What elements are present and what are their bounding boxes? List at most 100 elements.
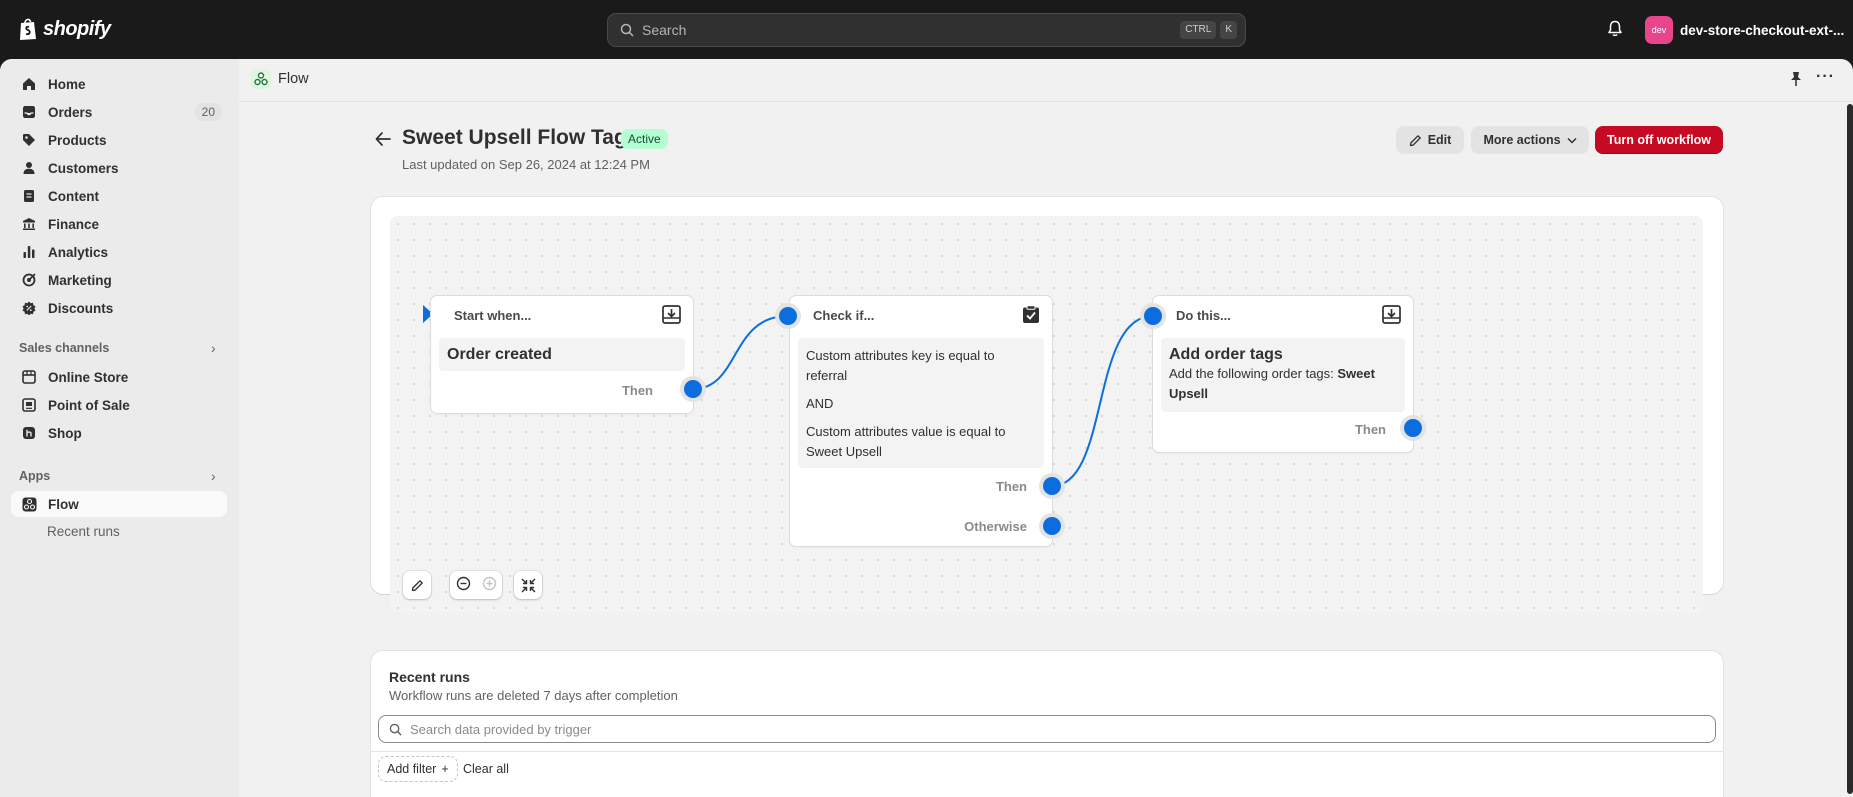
more-options-icon[interactable]: ··· — [1816, 68, 1835, 86]
condition-then-port[interactable] — [1039, 473, 1065, 499]
workflow-canvas[interactable]: Start when... Order created Then Check i… — [390, 216, 1703, 614]
clear-all-link[interactable]: Clear all — [463, 762, 509, 776]
chevron-right-icon[interactable]: › — [211, 468, 216, 484]
add-filter-label: Add filter — [387, 762, 437, 776]
action-output-port[interactable] — [1400, 415, 1426, 441]
action-title: Add order tags — [1169, 346, 1283, 363]
condition-otherwise-label: Otherwise — [964, 519, 1027, 534]
shopify-bag-icon — [20, 18, 36, 40]
sidebar-item-home[interactable]: Home — [11, 71, 227, 97]
add-filter-button[interactable]: Add filter + — [378, 756, 458, 782]
condition-line-1: Custom attributes key is equal to referr… — [806, 348, 995, 383]
condition-line-2: Custom attributes value is equal to Swee… — [806, 424, 1006, 459]
zoom-in-button[interactable] — [482, 576, 497, 594]
condition-head: Check if... — [813, 308, 875, 323]
action-then-label: Then — [1354, 422, 1386, 437]
edit-button-label: Edit — [1427, 133, 1452, 147]
bell-icon — [1608, 20, 1622, 37]
sidebar-item-label: Analytics — [48, 244, 109, 260]
trigger-output-port[interactable] — [680, 376, 706, 402]
scrollbar[interactable] — [1847, 104, 1853, 794]
shopify-logo[interactable]: shopify — [18, 17, 111, 41]
runs-search-placeholder: Search data provided by trigger — [410, 721, 592, 737]
sidebar-item-marketing[interactable]: Marketing — [11, 267, 227, 293]
sidebar-item-point-of-sale[interactable]: Point of Sale — [11, 392, 227, 418]
more-actions-label: More actions — [1483, 133, 1561, 147]
store-name: dev-store-checkout-ext-... — [1680, 22, 1845, 38]
app-title: Flow — [278, 71, 309, 87]
flow-app-icon — [251, 69, 271, 89]
trigger-body: Order created — [439, 338, 685, 371]
zoom-out-button[interactable] — [456, 576, 471, 594]
admin-frame: Home Orders 20 Products Customers Conten… — [0, 59, 1853, 797]
notifications-button[interactable] — [1607, 20, 1623, 40]
store-avatar: dev — [1645, 16, 1673, 44]
workflow-card: Start when... Order created Then Check i… — [371, 197, 1723, 614]
apps-heading[interactable]: Apps — [19, 469, 50, 483]
sidebar-item-label: Point of Sale — [48, 397, 130, 413]
search-bar[interactable]: Search CTRL K — [607, 13, 1246, 47]
edit-canvas-button[interactable] — [403, 571, 431, 599]
pin-button[interactable] — [1789, 71, 1803, 90]
collapse-icon — [521, 578, 535, 592]
condition-node[interactable]: Check if... Custom attributes key is equ… — [790, 296, 1052, 546]
runs-search-input[interactable]: Search data provided by trigger — [378, 715, 1716, 743]
sidebar-item-analytics[interactable]: Analytics — [11, 239, 227, 265]
sidebar-item-shop[interactable]: Shop — [11, 420, 227, 446]
search-placeholder: Search — [642, 22, 687, 38]
search-icon — [389, 723, 402, 736]
condition-body: Custom attributes key is equal to referr… — [798, 338, 1044, 468]
condition-input-port[interactable] — [775, 303, 801, 329]
filters-row: Add filter + Clear all — [371, 751, 1723, 785]
sidebar-item-customers[interactable]: Customers — [11, 155, 227, 181]
status-badge: Active — [621, 129, 668, 149]
sidebar-item-label: Products — [48, 132, 107, 148]
trigger-title: Order created — [447, 346, 552, 363]
sidebar-item-products[interactable]: Products — [11, 127, 227, 153]
condition-and: AND — [806, 396, 834, 411]
condition-otherwise-port[interactable] — [1039, 513, 1065, 539]
action-description: Add the following order tags: Sweet Upse… — [1169, 364, 1397, 404]
sidebar-item-content[interactable]: Content — [11, 183, 227, 209]
more-actions-button[interactable]: More actions — [1471, 126, 1589, 154]
last-updated-text: Last updated on Sep 26, 2024 at 12:24 PM — [402, 157, 650, 172]
logo-text: shopify — [43, 17, 111, 40]
store-switcher[interactable]: dev dev-store-checkout-ext-... — [1645, 16, 1844, 44]
download-icon — [1382, 305, 1401, 327]
zoom-in-icon — [482, 576, 496, 591]
orders-count-badge: 20 — [194, 103, 222, 121]
fit-view-button[interactable] — [514, 571, 542, 599]
sidebar-item-label: Finance — [48, 216, 100, 232]
discount-icon — [21, 300, 37, 316]
sidebar-item-online-store[interactable]: Online Store — [11, 364, 227, 390]
chevron-right-icon[interactable]: › — [211, 340, 216, 356]
bar-chart-icon — [21, 244, 37, 260]
back-arrow-icon[interactable] — [375, 130, 391, 151]
action-node[interactable]: Do this... Add order tags Add the follow… — [1153, 296, 1413, 452]
page-title: Sweet Upsell Flow Tag — [402, 126, 627, 149]
action-body: Add order tags Add the following order t… — [1161, 338, 1405, 412]
pos-icon — [21, 397, 37, 413]
home-icon — [21, 76, 37, 92]
recent-runs-title: Recent runs — [389, 669, 470, 685]
sales-channels-heading[interactable]: Sales channels — [19, 341, 109, 355]
action-input-port[interactable] — [1140, 303, 1166, 329]
zoom-out-icon — [456, 576, 470, 591]
sidebar-item-finance[interactable]: Finance — [11, 211, 227, 237]
sidebar-item-recent-runs[interactable]: Recent runs — [47, 524, 120, 539]
download-icon — [662, 305, 681, 327]
sidebar-item-discounts[interactable]: Discounts — [11, 295, 227, 321]
sidebar-item-flow[interactable]: Flow — [11, 491, 227, 517]
person-icon — [21, 160, 37, 176]
turn-off-workflow-button[interactable]: Turn off workflow — [1595, 126, 1723, 154]
search-icon — [620, 23, 634, 37]
trigger-node[interactable]: Start when... Order created Then — [431, 296, 693, 413]
tag-icon — [21, 132, 37, 148]
top-bar: shopify Search CTRL K dev dev-store-chec… — [0, 0, 1853, 59]
turn-off-label: Turn off workflow — [1607, 133, 1711, 147]
shortcut-ctrl: CTRL — [1180, 21, 1217, 39]
sidebar-item-label: Orders — [48, 104, 93, 120]
clipboard-check-icon — [1022, 305, 1040, 327]
sidebar-item-orders[interactable]: Orders 20 — [11, 99, 227, 125]
edit-button[interactable]: Edit — [1396, 126, 1464, 154]
